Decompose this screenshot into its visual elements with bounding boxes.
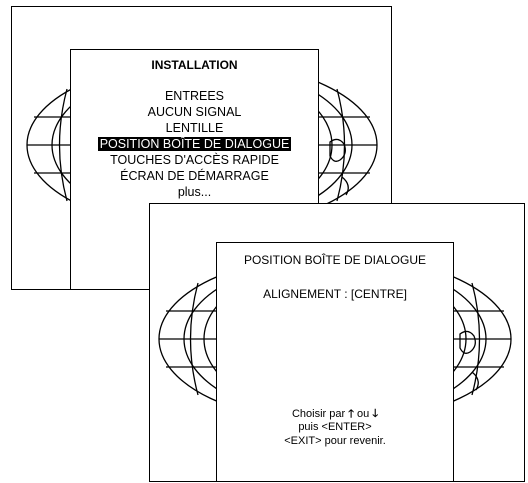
menu-item-label: TOUCHES D'ACCÈS RAPIDE <box>110 153 279 167</box>
alignment-label: ALIGNEMENT <box>263 287 341 301</box>
dialog-position-box: POSITION BOÎTE DE DIALOGUE ALIGNEMENT : … <box>216 242 454 481</box>
menu-item-label: ÉCRAN DE DÉMARRAGE <box>120 169 269 183</box>
menu-item-aucun-signal[interactable]: AUCUN SIGNAL <box>71 104 318 120</box>
menu-item-lentille[interactable]: LENTILLE <box>71 120 318 136</box>
menu-item-entrees[interactable]: ENTREES <box>71 88 318 104</box>
help-select-text: Choisir par <box>291 408 346 420</box>
menu-item-label: LENTILLE <box>165 121 224 135</box>
menu-item-label: plus... <box>177 185 212 199</box>
alignment-separator: : <box>344 287 348 301</box>
menu-item-touches-acces-rapide[interactable]: TOUCHES D'ACCÈS RAPIDE <box>71 152 318 168</box>
help-line-exit: <EXIT> pour revenir. <box>284 435 386 447</box>
menu-item-plus[interactable]: plus... <box>71 184 318 200</box>
menu-item-ecran-demarrage[interactable]: ÉCRAN DE DÉMARRAGE <box>71 168 318 184</box>
up-arrow-icon: 🡑 <box>348 408 354 420</box>
alignment-value: [CENTRE] <box>350 287 407 301</box>
alignment-setting[interactable]: ALIGNEMENT : [CENTRE] <box>217 287 453 301</box>
menu-item-label: AUCUN SIGNAL <box>147 105 242 119</box>
dialog-title: POSITION BOÎTE DE DIALOGUE <box>243 253 427 267</box>
menu-item-label: POSITION BOÎTE DE DIALOGUE <box>97 137 292 151</box>
menu-item-position-boite-dialogue[interactable]: POSITION BOÎTE DE DIALOGUE <box>71 136 318 152</box>
dialog-position-screen: POSITION BOÎTE DE DIALOGUE ALIGNEMENT : … <box>149 203 525 482</box>
menu-title: INSTALLATION <box>151 58 238 72</box>
help-or-text: ou <box>357 408 370 420</box>
down-arrow-icon: 🡓 <box>372 408 379 420</box>
menu-item-label: ENTREES <box>164 89 225 103</box>
help-line-enter: puis <ENTER> <box>298 421 372 433</box>
